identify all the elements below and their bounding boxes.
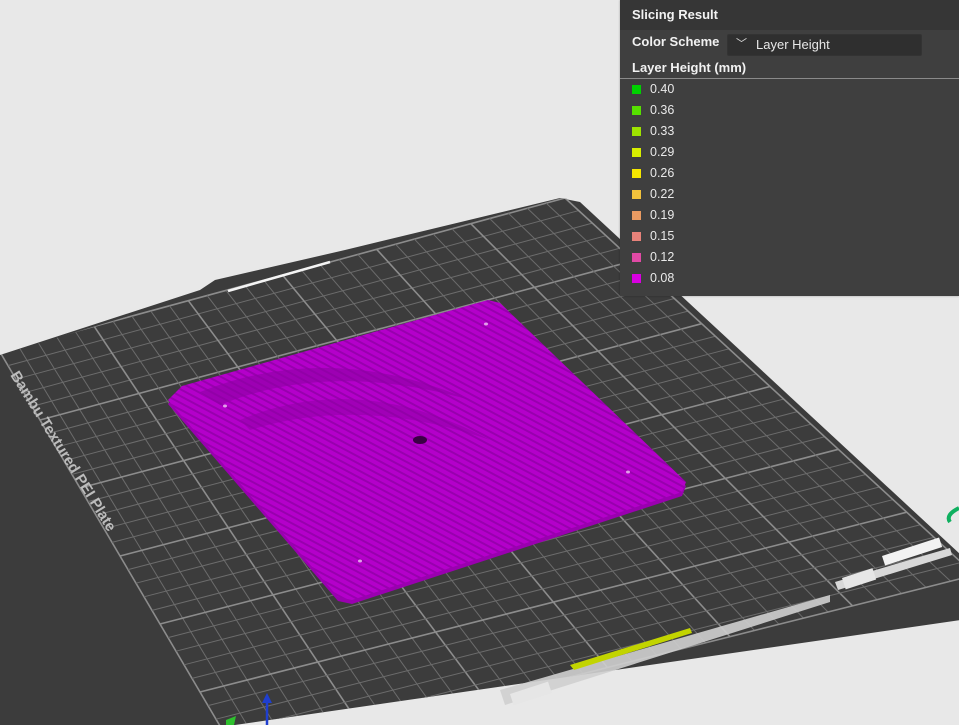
slicing-result-panel: Slicing Result Color Scheme ﹀ Layer Heig… bbox=[620, 0, 959, 296]
legend-value: 0.40 bbox=[650, 82, 675, 96]
legend-swatch bbox=[632, 253, 641, 262]
legend-item: 0.12 bbox=[632, 248, 832, 269]
color-scheme-label: Color Scheme bbox=[632, 34, 720, 49]
legend-item: 0.08 bbox=[632, 269, 832, 290]
legend-item: 0.40 bbox=[632, 80, 832, 101]
legend-item: 0.19 bbox=[632, 206, 832, 227]
legend-value: 0.19 bbox=[650, 208, 675, 222]
color-scheme-row: Color Scheme ﹀ Layer Height bbox=[632, 34, 952, 56]
legend-item: 0.22 bbox=[632, 185, 832, 206]
legend-swatch bbox=[632, 85, 641, 94]
color-scheme-value: Layer Height bbox=[756, 37, 830, 52]
legend-swatch bbox=[632, 106, 641, 115]
legend-value: 0.22 bbox=[650, 187, 675, 201]
layer-height-legend: 0.40 0.36 0.33 0.29 0.26 0.22 0.19 0.15 0.12 0.08 bbox=[632, 80, 832, 290]
right-edge-indicator bbox=[946, 506, 959, 524]
color-scheme-dropdown[interactable]: ﹀ Layer Height bbox=[727, 34, 922, 56]
legend-swatch bbox=[632, 148, 641, 157]
legend-item: 0.15 bbox=[632, 227, 832, 248]
legend-value: 0.08 bbox=[650, 271, 675, 285]
legend-swatch bbox=[632, 211, 641, 220]
panel-title: Slicing Result bbox=[620, 0, 959, 30]
legend-value: 0.26 bbox=[650, 166, 675, 180]
legend-swatch bbox=[632, 274, 641, 283]
legend-title: Layer Height (mm) bbox=[632, 60, 747, 75]
legend-value: 0.29 bbox=[650, 145, 675, 159]
divider bbox=[620, 78, 959, 79]
legend-swatch bbox=[632, 169, 641, 178]
legend-value: 0.12 bbox=[650, 250, 675, 264]
legend-value: 0.36 bbox=[650, 103, 675, 117]
legend-value: 0.33 bbox=[650, 124, 675, 138]
legend-swatch bbox=[632, 232, 641, 241]
legend-item: 0.26 bbox=[632, 164, 832, 185]
legend-item: 0.36 bbox=[632, 101, 832, 122]
legend-swatch bbox=[632, 127, 641, 136]
chevron-down-icon: ﹀ bbox=[736, 38, 747, 50]
legend-item: 0.29 bbox=[632, 143, 832, 164]
legend-swatch bbox=[632, 190, 641, 199]
axis-gizmo bbox=[226, 693, 272, 725]
legend-value: 0.15 bbox=[650, 229, 675, 243]
legend-item: 0.33 bbox=[632, 122, 832, 143]
